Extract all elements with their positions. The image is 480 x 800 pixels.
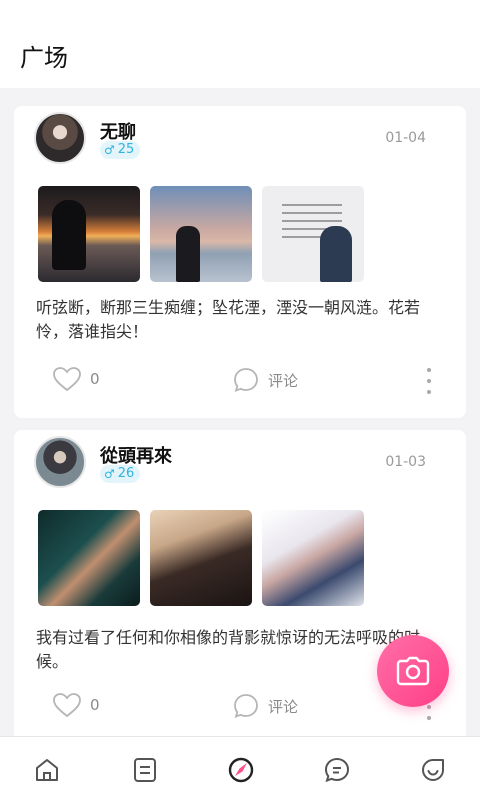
post-card[interactable]: 无聊 ♂ 25 01-04 听弦断，断那三生痴缠；坠花湮，湮没一朝风涟。花若怜，… (14, 106, 466, 418)
comment-button[interactable]: 评论 (232, 366, 298, 394)
post-image[interactable] (150, 186, 252, 282)
post-images (38, 510, 364, 606)
bottom-nav (0, 736, 480, 800)
comment-label: 评论 (268, 697, 299, 716)
post-image[interactable] (38, 510, 140, 606)
heart-icon (53, 693, 81, 718)
message-icon (324, 757, 350, 783)
comment-button[interactable]: 评论 (232, 692, 298, 720)
home-icon (36, 759, 58, 781)
post-images (38, 186, 364, 282)
camera-post-button[interactable] (377, 635, 449, 707)
list-icon (134, 758, 156, 782)
comment-icon (234, 694, 258, 718)
nav-home[interactable] (32, 755, 62, 785)
gender-age-badge: ♂ 26 (100, 465, 141, 483)
post-text: 听弦断，断那三生痴缠；坠花湮，湮没一朝风涟。花若怜，落谁指尖！ (36, 298, 421, 341)
male-icon: ♂ (104, 143, 115, 157)
post-image[interactable] (262, 510, 364, 606)
like-count: 0 (90, 370, 100, 388)
profile-icon (422, 759, 444, 781)
post-image[interactable] (38, 186, 140, 282)
avatar[interactable] (34, 112, 86, 164)
post-image[interactable] (262, 186, 364, 282)
gender-age-badge: ♂ 25 (100, 141, 141, 159)
nav-plaza[interactable] (226, 755, 256, 785)
age-label: 25 (117, 142, 135, 157)
like-count: 0 (90, 696, 100, 714)
camera-icon (396, 656, 430, 686)
plaza-icon (228, 757, 254, 783)
post-actions: 0 评论 (14, 362, 466, 398)
top-header: 广场 (0, 0, 480, 88)
post-date: 01-03 (385, 454, 426, 470)
post-image[interactable] (150, 510, 252, 606)
page-title: 广场 (20, 44, 68, 72)
avatar[interactable] (34, 436, 86, 488)
male-icon: ♂ (104, 467, 115, 481)
nav-list[interactable] (130, 755, 160, 785)
heart-icon (53, 367, 81, 392)
nav-messages[interactable] (322, 755, 352, 785)
more-options-icon[interactable] (426, 368, 432, 394)
like-button[interactable]: 0 (52, 692, 100, 718)
like-button[interactable]: 0 (52, 366, 100, 392)
nav-profile[interactable] (418, 755, 448, 785)
post-date: 01-04 (385, 130, 426, 146)
age-label: 26 (117, 466, 135, 481)
comment-label: 评论 (268, 371, 299, 390)
comment-icon (234, 368, 258, 392)
